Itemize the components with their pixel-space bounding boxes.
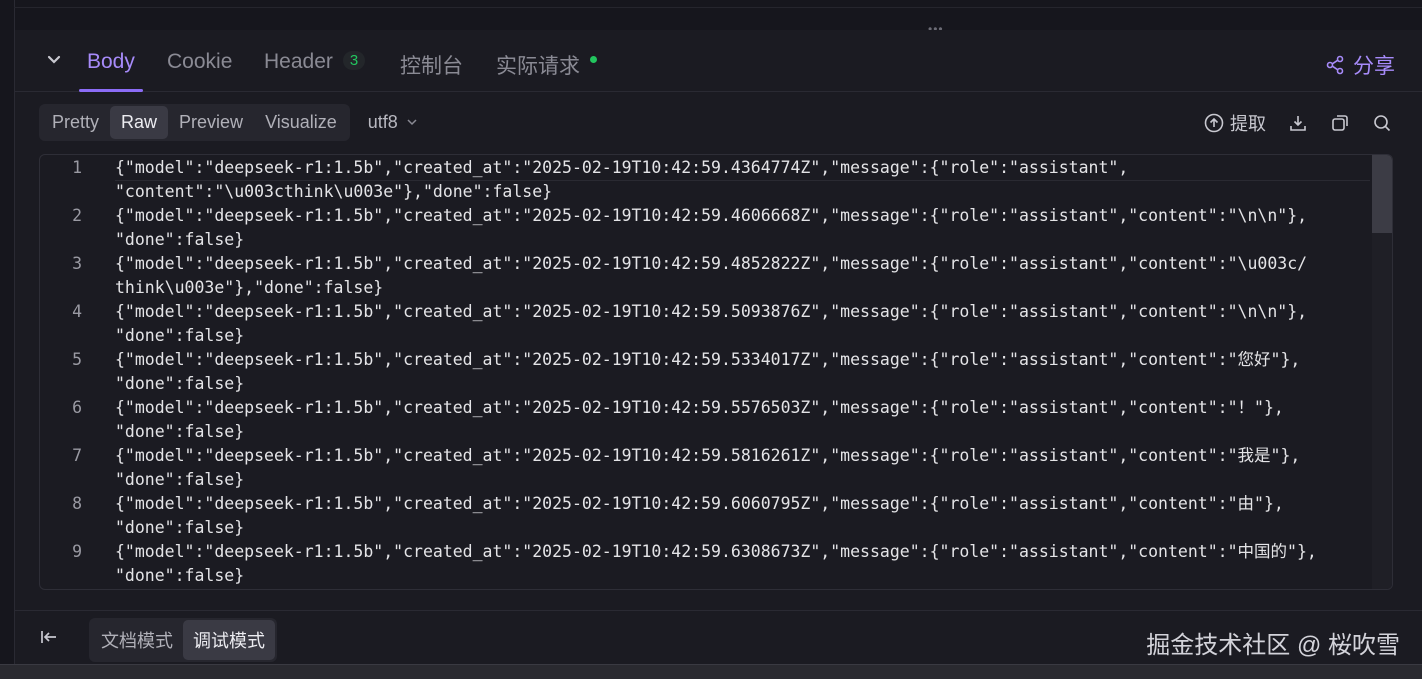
tab-header[interactable]: Header 3 [264,50,366,74]
code-line-wrap: "done":false} [115,326,245,345]
code-line-wrap: "content":"\u003cthink\u003e"},"done":fa… [115,182,553,201]
code-line: 7 {"model":"deepseek-r1:1.5b","created_at… [40,444,1370,492]
code-line-text: {"model":"deepseek-r1:1.5b","created_at"… [115,254,1308,273]
code-line-text: {"model":"deepseek-r1:1.5b","created_at"… [115,494,1284,513]
line-number: 1 [72,158,82,177]
code-line-wrap: "done":false} [115,470,245,489]
view-toolbar: Pretty Raw Preview Visualize utf8 [39,103,418,141]
share-label: 分享 [1353,55,1395,78]
header-count-badge: 3 [342,51,366,70]
line-number: 9 [72,542,82,561]
code-line: 8 {"model":"deepseek-r1:1.5b","created_at… [40,492,1370,540]
search-icon[interactable] [1372,113,1392,133]
download-icon[interactable] [1288,113,1308,133]
tab-cookie[interactable]: Cookie [167,50,232,74]
view-mode-pretty[interactable]: Pretty [41,106,110,139]
code-line: 4 {"model":"deepseek-r1:1.5b","created_at… [40,300,1370,348]
tab-header-label: Header [264,50,333,73]
code-line-text: {"model":"deepseek-r1:1.5b","created_at"… [115,158,1129,177]
doc-mode-button[interactable]: 文档模式 [91,620,183,660]
code-line-wrap: think\u003e"},"done":false} [115,278,384,297]
code-line-text: {"model":"deepseek-r1:1.5b","created_at"… [115,446,1301,465]
view-mode-selector: Pretty Raw Preview Visualize [39,103,350,141]
code-line-wrap: "done":false} [115,230,245,249]
watermark: 掘金技术社区 @ 桜吹雪 [1146,632,1400,659]
code-line-wrap: "done":false} [115,374,245,393]
footer-bar: 文档模式 调试模式 掘金技术社区 @ 桜吹雪 [14,610,1422,664]
tab-console[interactable]: 控制台 [400,50,463,80]
encoding-select[interactable]: utf8 [368,112,418,133]
line-number: 7 [72,446,82,465]
code-line-text: {"model":"deepseek-r1:1.5b","created_at"… [115,350,1301,369]
code-line-text: {"model":"deepseek-r1:1.5b","created_at"… [115,542,1317,561]
active-tab-indicator [79,89,143,92]
line-number: 5 [72,350,82,369]
share-icon [1326,55,1344,75]
view-mode-visualize[interactable]: Visualize [254,106,348,139]
code-line: 9 {"model":"deepseek-r1:1.5b","created_at… [40,540,1370,588]
chevron-down-icon [407,119,417,126]
code-line-text: {"model":"deepseek-r1:1.5b","created_at"… [115,398,1284,417]
view-mode-preview[interactable]: Preview [168,106,254,139]
chevron-down-icon[interactable] [45,50,63,68]
raw-response-viewer[interactable]: 1 {"model":"deepseek-r1:1.5b","created_at… [39,154,1393,590]
code-line-text: {"model":"deepseek-r1:1.5b","created_at"… [115,302,1308,321]
extract-label: 提取 [1230,114,1266,134]
tab-actual-request-label: 实际请求 [496,55,580,78]
response-panel: Body Cookie Header 3 控制台 实际请求 分享 Pretty R… [14,30,1422,610]
line-number: 6 [72,398,82,417]
top-panel-edge [14,0,1422,30]
debug-mode-button[interactable]: 调试模式 [183,620,275,660]
line-number: 3 [72,254,82,273]
code-line-wrap: "done":false} [115,566,245,585]
tab-body[interactable]: Body [87,50,135,74]
copy-icon[interactable] [1330,113,1350,133]
code-line-text: {"model":"deepseek-r1:1.5b","created_at"… [115,206,1308,225]
tab-actual-request[interactable]: 实际请求 [496,50,597,80]
code-line-wrap: "done":false} [115,422,245,441]
status-dot-icon [590,56,597,63]
response-tabs: Body Cookie Header 3 控制台 实际请求 分享 [15,30,1422,92]
code-line: 5 {"model":"deepseek-r1:1.5b","created_at… [40,348,1370,396]
line-number: 2 [72,206,82,225]
code-line: 1 {"model":"deepseek-r1:1.5b","created_at… [40,156,1370,204]
upload-icon [1204,113,1224,133]
share-button[interactable]: 分享 [1325,50,1395,80]
line-number: 8 [72,494,82,513]
view-mode-raw[interactable]: Raw [110,105,169,139]
code-line: 2 {"model":"deepseek-r1:1.5b","created_at… [40,204,1370,252]
scrollbar-thumb[interactable] [1372,155,1392,233]
scrollbar[interactable] [1372,155,1392,589]
code-line: 6 {"model":"deepseek-r1:1.5b","created_at… [40,396,1370,444]
line-number: 4 [72,302,82,321]
code-line-wrap: "done":false} [115,518,245,537]
extract-button[interactable]: 提取 [1204,110,1266,136]
window-bottom-edge [0,664,1422,679]
divider [14,7,1422,8]
collapse-left-icon[interactable] [39,627,59,652]
response-actions: 提取 [1204,110,1392,136]
code-line: 3 {"model":"deepseek-r1:1.5b","created_at… [40,252,1370,300]
mode-switch: 文档模式 调试模式 [89,618,277,662]
encoding-value: utf8 [367,111,398,132]
